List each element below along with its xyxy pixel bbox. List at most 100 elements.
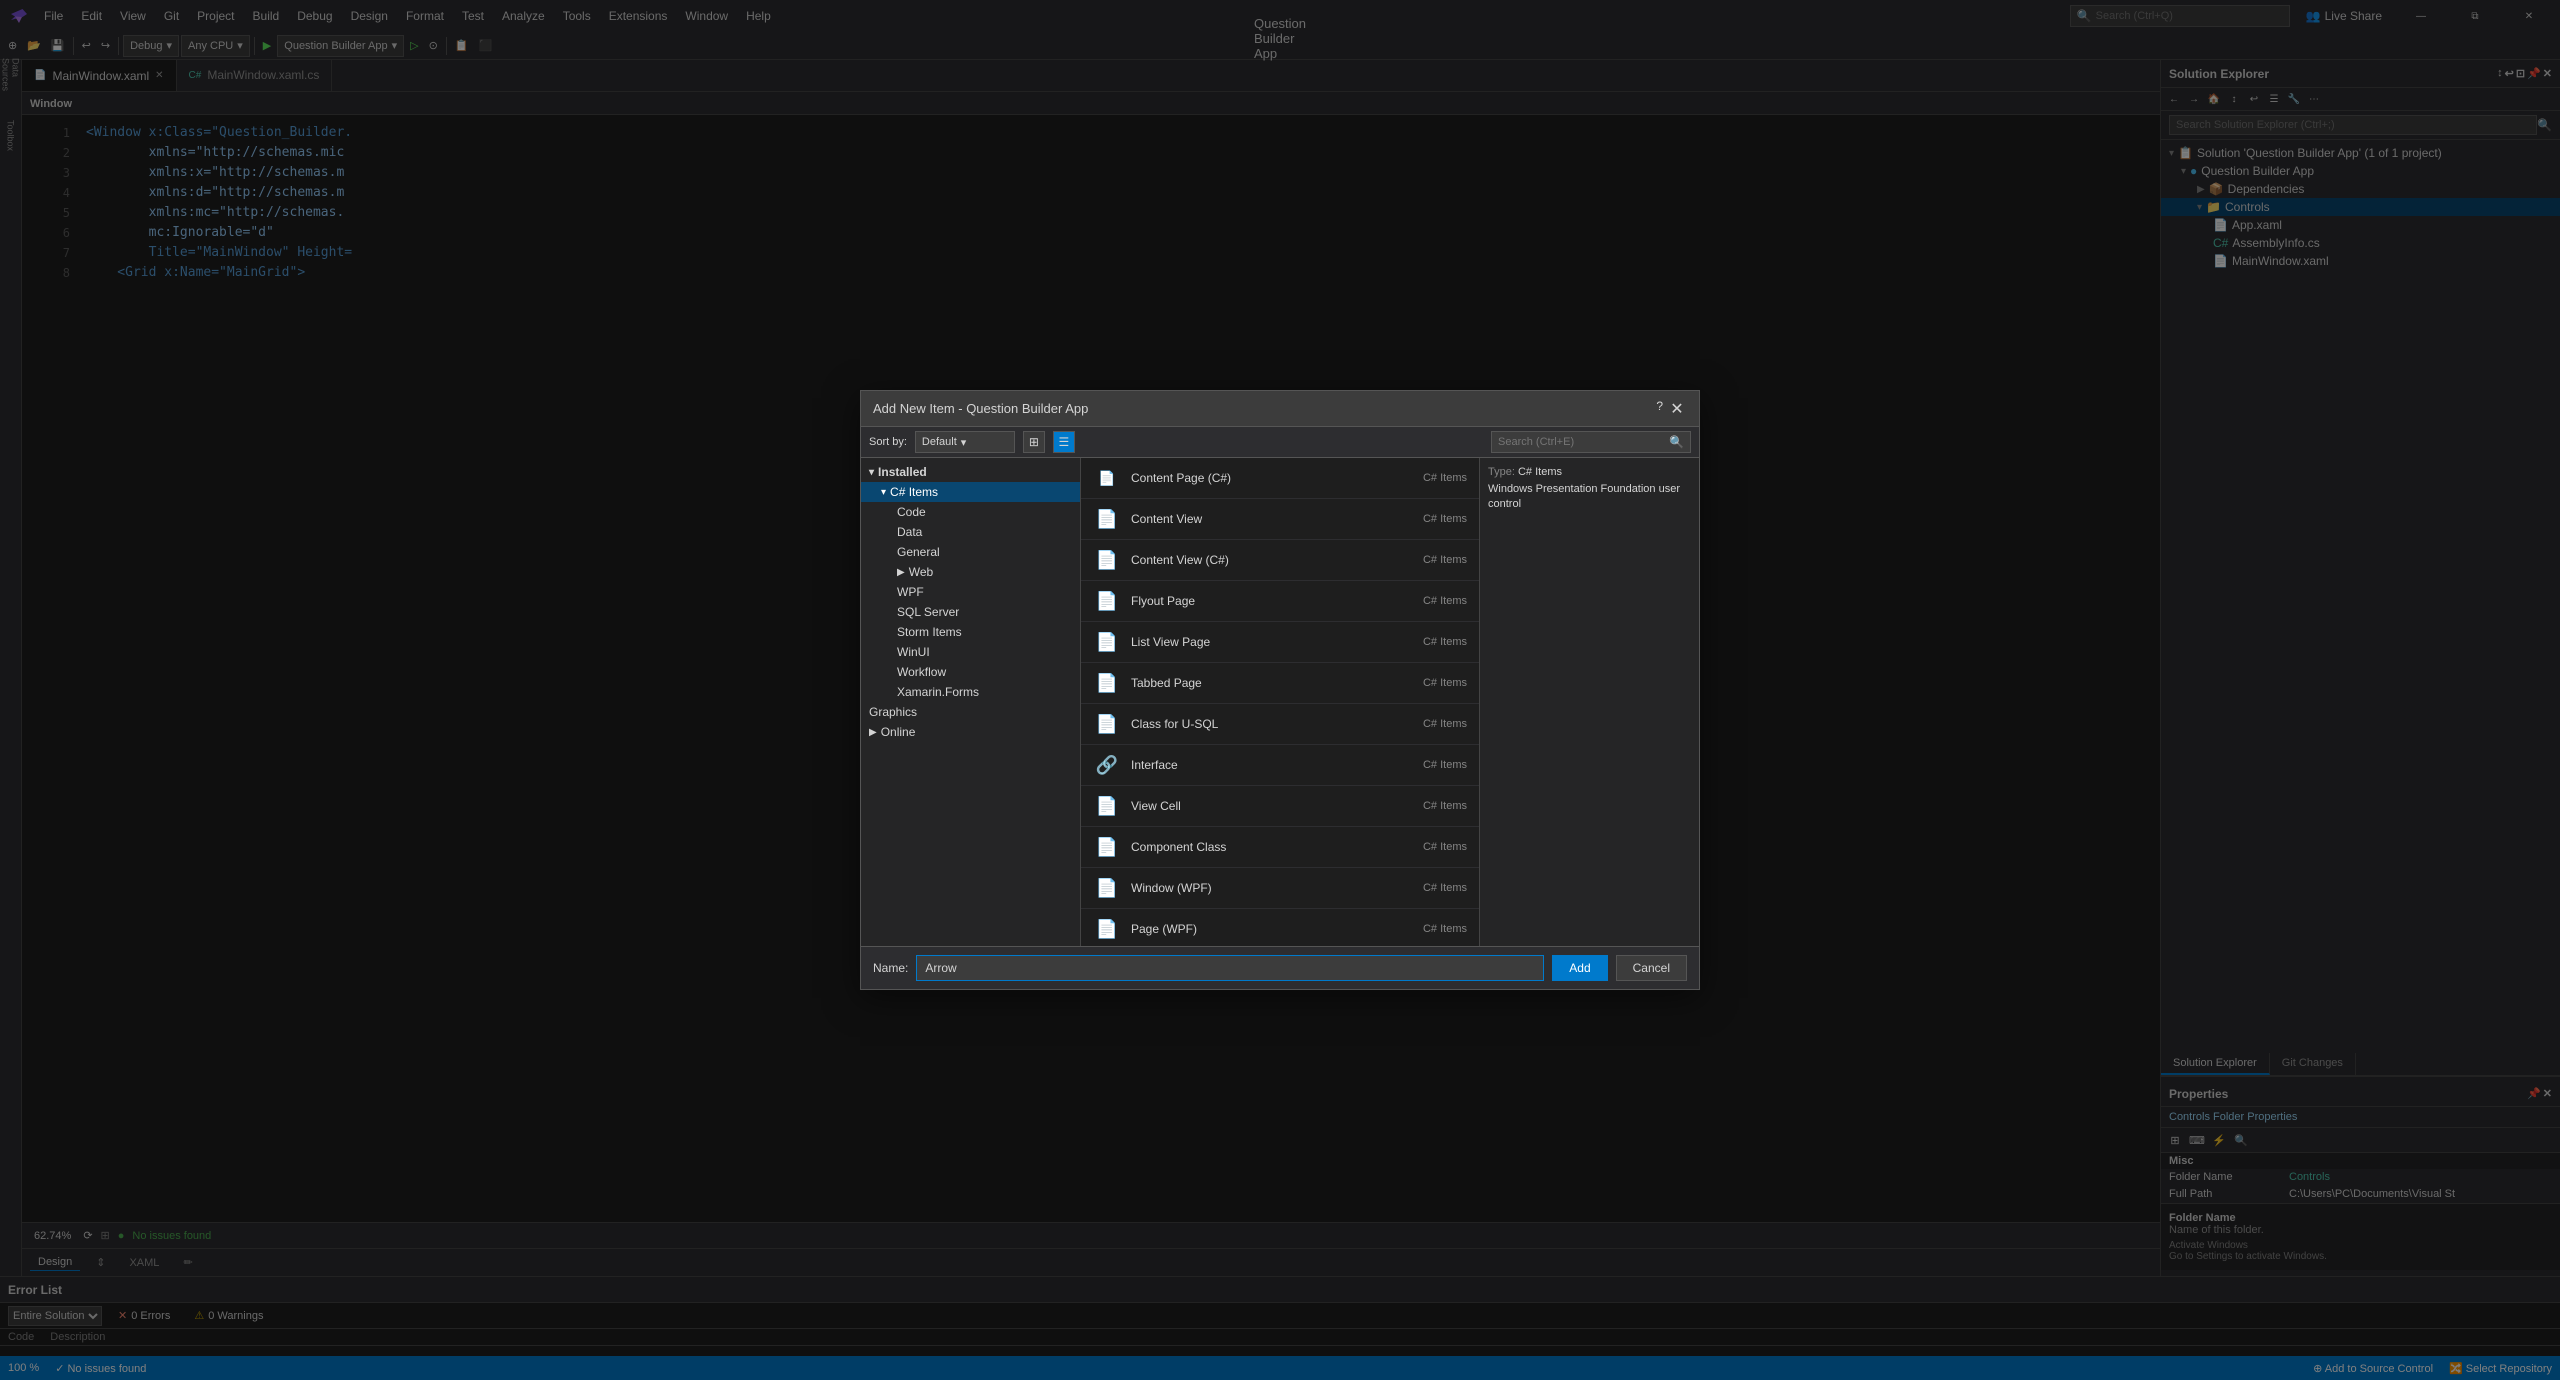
window-wpf-type: C# Items — [1387, 882, 1467, 894]
content-view-cs-type: C# Items — [1387, 554, 1467, 566]
content-page-label: Content Page (C#) — [1131, 471, 1377, 485]
dialog-footer: Name: Add Cancel — [861, 946, 1699, 989]
dialog-tree-code[interactable]: Code — [861, 502, 1080, 522]
window-wpf-label: Window (WPF) — [1131, 881, 1377, 895]
name-input[interactable] — [916, 955, 1544, 981]
sort-value: Default — [922, 436, 957, 448]
dialog-center-panel: 📄 Content Page (C#) C# Items 📄 Content V… — [1081, 458, 1479, 946]
component-icon: 📄 — [1093, 833, 1121, 861]
content-view-label: Content View — [1131, 512, 1377, 526]
dialog-tree-general[interactable]: General — [861, 542, 1080, 562]
listview-type: C# Items — [1387, 636, 1467, 648]
dialog-tree-storm[interactable]: Storm Items — [861, 622, 1080, 642]
component-label: Component Class — [1131, 840, 1377, 854]
dialog-title-bar: Add New Item - Question Builder App ? ✕ — [861, 391, 1699, 427]
dialog-tree-winui[interactable]: WinUI — [861, 642, 1080, 662]
dialog-tree-wpf[interactable]: WPF — [861, 582, 1080, 602]
dialog-item-page-wpf[interactable]: 📄 Page (WPF) C# Items — [1081, 909, 1479, 946]
cancel-button[interactable]: Cancel — [1616, 955, 1687, 981]
sort-label: Sort by: — [869, 436, 907, 448]
page-wpf-label: Page (WPF) — [1131, 922, 1377, 936]
dialog-item-content-view-cs[interactable]: 📄 Content View (C#) C# Items — [1081, 540, 1479, 581]
dialog-item-window-wpf[interactable]: 📄 Window (WPF) C# Items — [1081, 868, 1479, 909]
content-page-type: C# Items — [1387, 472, 1467, 484]
dialog-right-panel: Type: C# Items Windows Presentation Foun… — [1479, 458, 1699, 946]
sort-dropdown[interactable]: Default ▾ — [915, 431, 1015, 453]
component-type: C# Items — [1387, 841, 1467, 853]
dialog-tree-csharp[interactable]: ▾ C# Items — [861, 482, 1080, 502]
tree-web-label: Web — [909, 565, 933, 579]
sort-chevron-icon: ▾ — [961, 436, 967, 449]
dialog-search-input[interactable] — [1498, 436, 1665, 448]
dialog-tree-graphics[interactable]: Graphics — [861, 702, 1080, 722]
interface-type: C# Items — [1387, 759, 1467, 771]
dialog-item-listview[interactable]: 📄 List View Page C# Items — [1081, 622, 1479, 663]
tree-storm-label: Storm Items — [897, 625, 962, 639]
dialog-close-button[interactable]: ✕ — [1667, 399, 1687, 419]
content-view-type: C# Items — [1387, 513, 1467, 525]
view-list-button[interactable]: ☰ — [1053, 431, 1075, 453]
viewcell-label: View Cell — [1131, 799, 1377, 813]
dialog-item-interface[interactable]: 🔗 Interface C# Items — [1081, 745, 1479, 786]
dialog-help-icon[interactable]: ? — [1656, 399, 1663, 419]
dialog-left-panel: ▾ Installed ▾ C# Items Code Data General — [861, 458, 1081, 946]
dialog-tree-web[interactable]: ▶ Web — [861, 562, 1080, 582]
tree-installed-label: Installed — [878, 465, 927, 479]
type-prefix: Type: — [1488, 466, 1515, 478]
dialog-info-description: Windows Presentation Foundation user con… — [1488, 482, 1691, 513]
content-page-icon: 📄 — [1093, 464, 1121, 492]
usql-label: Class for U-SQL — [1131, 717, 1377, 731]
dialog-tree-workflow[interactable]: Workflow — [861, 662, 1080, 682]
dialog-item-component[interactable]: 📄 Component Class C# Items — [1081, 827, 1479, 868]
dialog-item-viewcell[interactable]: 📄 View Cell C# Items — [1081, 786, 1479, 827]
interface-label: Interface — [1131, 758, 1377, 772]
content-view-cs-icon: 📄 — [1093, 546, 1121, 574]
tabbed-icon: 📄 — [1093, 669, 1121, 697]
viewcell-icon: 📄 — [1093, 792, 1121, 820]
content-view-cs-label: Content View (C#) — [1131, 553, 1377, 567]
tree-sql-label: SQL Server — [897, 605, 959, 619]
dialog-tree-installed: ▾ Installed — [861, 462, 1080, 482]
listview-icon: 📄 — [1093, 628, 1121, 656]
content-view-icon: 📄 — [1093, 505, 1121, 533]
tree-online-label: Online — [881, 725, 916, 739]
add-button[interactable]: Add — [1552, 955, 1607, 981]
tree-installed-arrow: ▾ — [869, 467, 874, 478]
dialog-item-flyout[interactable]: 📄 Flyout Page C# Items — [1081, 581, 1479, 622]
tree-winui-label: WinUI — [897, 645, 930, 659]
dialog-body: ▾ Installed ▾ C# Items Code Data General — [861, 458, 1699, 946]
usql-icon: 📄 — [1093, 710, 1121, 738]
name-label: Name: — [873, 961, 908, 975]
tree-web-arrow: ▶ — [897, 567, 905, 578]
flyout-type: C# Items — [1387, 595, 1467, 607]
add-new-item-dialog: Add New Item - Question Builder App ? ✕ … — [860, 390, 1700, 990]
dialog-search-box[interactable]: 🔍 — [1491, 431, 1691, 453]
tabbed-type: C# Items — [1387, 677, 1467, 689]
dialog-item-usql[interactable]: 📄 Class for U-SQL C# Items — [1081, 704, 1479, 745]
flyout-icon: 📄 — [1093, 587, 1121, 615]
dialog-title: Add New Item - Question Builder App — [873, 401, 1088, 416]
window-wpf-icon: 📄 — [1093, 874, 1121, 902]
view-grid-button[interactable]: ⊞ — [1023, 431, 1045, 453]
dialog-toolbar: Sort by: Default ▾ ⊞ ☰ 🔍 — [861, 427, 1699, 458]
tree-graphics-label: Graphics — [869, 705, 917, 719]
dialog-tree-sql[interactable]: SQL Server — [861, 602, 1080, 622]
dialog-tree-online[interactable]: ▶ Online — [861, 722, 1080, 742]
dialog-search-icon: 🔍 — [1669, 435, 1684, 449]
dialog-item-tabbed[interactable]: 📄 Tabbed Page C# Items — [1081, 663, 1479, 704]
tree-online-arrow: ▶ — [869, 727, 877, 738]
dialog-tree-data[interactable]: Data — [861, 522, 1080, 542]
interface-icon: 🔗 — [1093, 751, 1121, 779]
dialog-item-content-view[interactable]: 📄 Content View C# Items — [1081, 499, 1479, 540]
usql-type: C# Items — [1387, 718, 1467, 730]
tree-workflow-label: Workflow — [897, 665, 946, 679]
tabbed-label: Tabbed Page — [1131, 676, 1377, 690]
dialog-info-type-label: Type: C# Items — [1488, 466, 1691, 478]
dialog-tree-xamarin[interactable]: Xamarin.Forms — [861, 682, 1080, 702]
page-wpf-icon: 📄 — [1093, 915, 1121, 943]
tree-wpf-label: WPF — [897, 585, 924, 599]
flyout-label: Flyout Page — [1131, 594, 1377, 608]
tree-code-label: Code — [897, 505, 926, 519]
dialog-item-content-page[interactable]: 📄 Content Page (C#) C# Items — [1081, 458, 1479, 499]
listview-label: List View Page — [1131, 635, 1377, 649]
